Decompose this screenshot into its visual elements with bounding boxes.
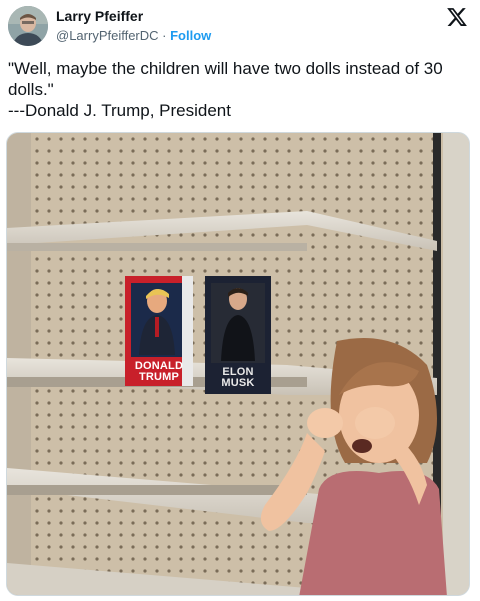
x-logo-icon[interactable] [446, 6, 468, 28]
tweet-photo[interactable]: DONALD TRUMP ELON MUSK [6, 132, 470, 596]
separator-dot: · [158, 28, 171, 43]
author-name[interactable]: Larry Pfeiffer [56, 8, 143, 24]
follow-button[interactable]: Follow [170, 28, 211, 43]
tweet-text: "Well, maybe the children will have two … [8, 59, 443, 120]
author-handle-line: @LarryPfeifferDC · Follow [56, 28, 211, 43]
tweet-header: Larry Pfeiffer @LarryPfeifferDC · Follow [8, 6, 472, 48]
doll-box-label-musk: ELON MUSK [221, 366, 255, 389]
author-handle[interactable]: @LarryPfeifferDC [56, 28, 159, 43]
author-avatar[interactable] [8, 6, 48, 46]
doll-box-label-trump: DONALD TRUMP [134, 360, 184, 383]
